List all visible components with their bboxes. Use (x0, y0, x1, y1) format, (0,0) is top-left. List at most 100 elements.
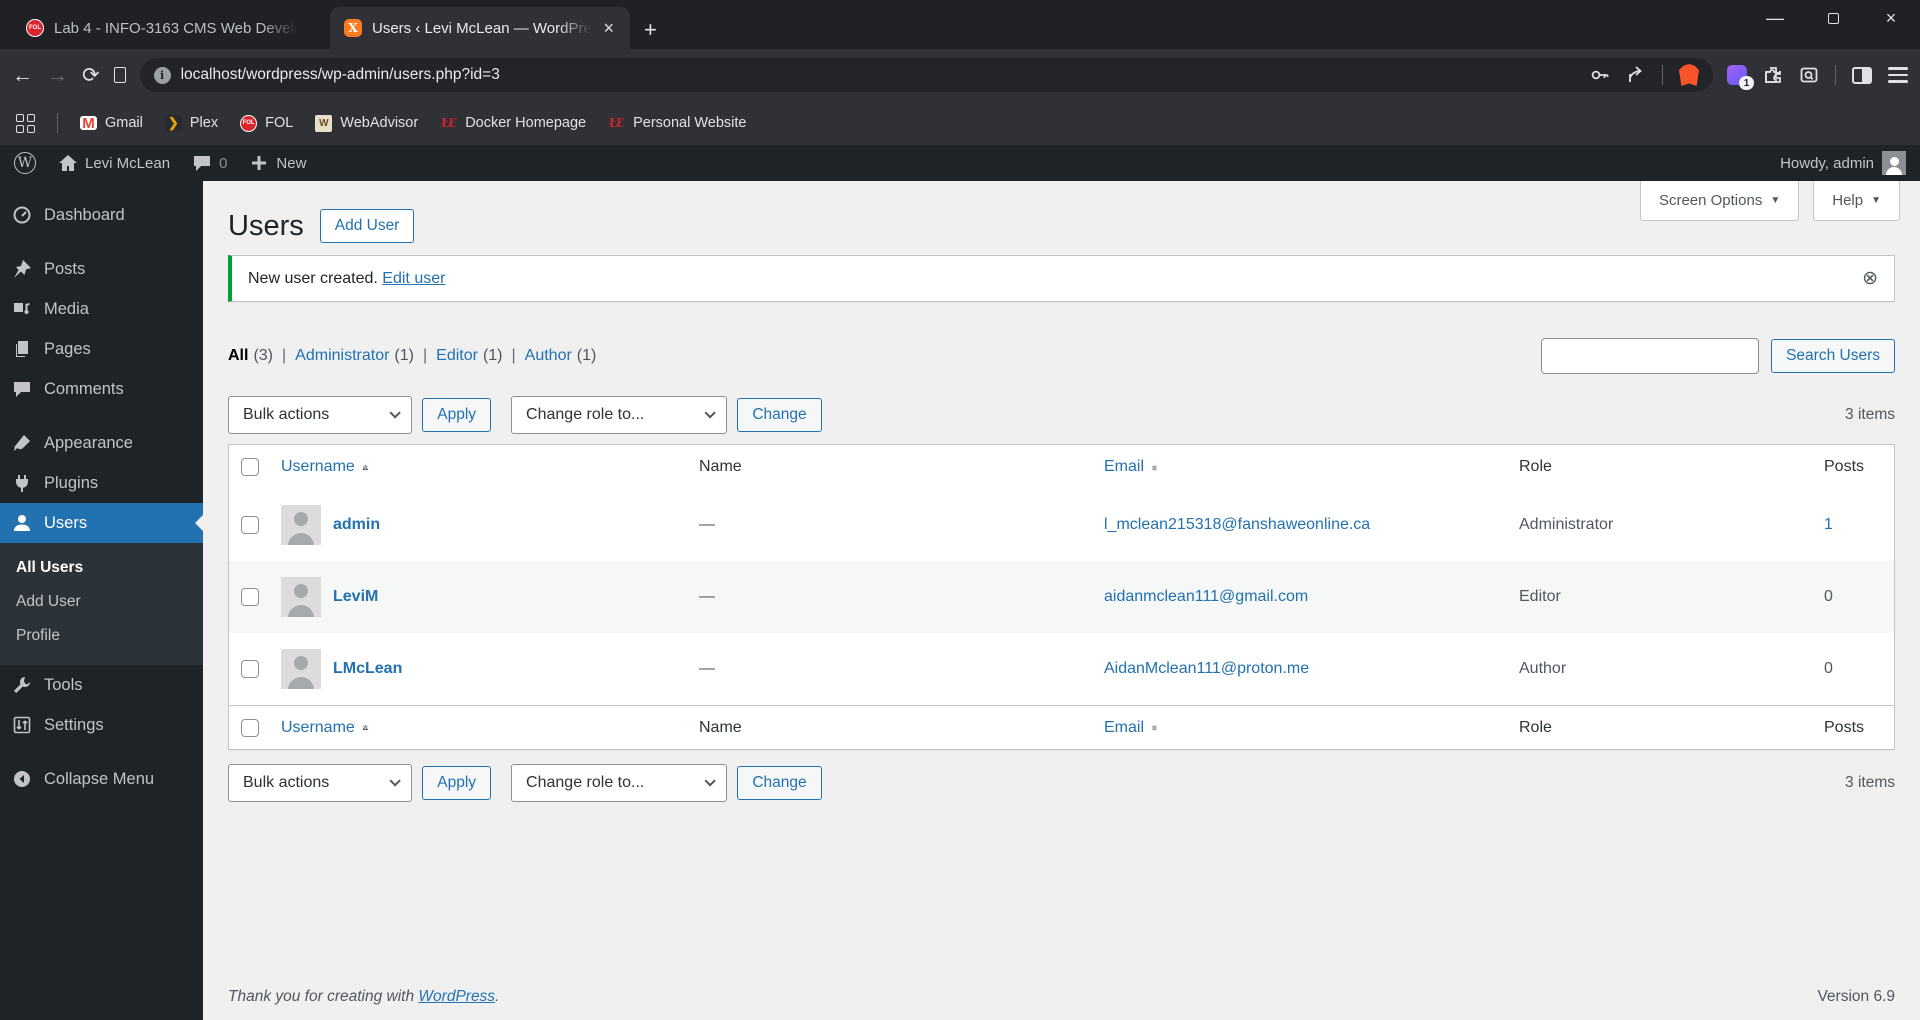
bookmark-webadvisor[interactable]: W WebAdvisor (315, 114, 418, 132)
screen-options-button[interactable]: Screen Options ▼ (1639, 181, 1800, 221)
apply-button[interactable]: Apply (422, 398, 492, 432)
table-header-row: Username ▲ ▼ Name Email ▲ ▼ Role Posts (229, 445, 1894, 489)
admin-bar-site-name[interactable]: Levi McLean (58, 153, 170, 173)
admin-bar-new[interactable]: New (249, 153, 306, 173)
email-link[interactable]: l_mclean215318@fanshaweonline.ca (1104, 516, 1519, 534)
username-link[interactable]: admin (333, 516, 380, 534)
plugin-icon (16, 475, 28, 492)
sidebar-item-users[interactable]: Users (0, 503, 203, 543)
wordpress-logo-icon[interactable]: W (14, 152, 36, 174)
sidebar-item-media[interactable]: Media (0, 289, 203, 329)
filter-count: (3) (253, 347, 274, 364)
change-role-select[interactable]: Change role to... (511, 764, 728, 802)
filter-count: (1) (576, 347, 597, 364)
restore-button[interactable] (1804, 0, 1862, 36)
sidebar-item-posts[interactable]: Posts (0, 249, 203, 289)
forward-icon[interactable]: → (47, 65, 68, 86)
minimize-button[interactable]: — (1746, 0, 1804, 36)
bookmark-personal-website[interactable]: ŁƐ Personal Website (608, 115, 746, 132)
bulk-actions-select[interactable]: Bulk actions (228, 396, 413, 434)
chevron-down-icon (389, 775, 402, 787)
change-role-select[interactable]: Change role to... (511, 396, 728, 434)
howdy-label[interactable]: Howdy, admin (1780, 155, 1874, 172)
posts-count-cell[interactable]: 1 (1824, 516, 1894, 534)
change-button[interactable]: Change (737, 398, 822, 432)
users-submenu-item[interactable]: Add User (0, 585, 203, 619)
sidebar-item-settings[interactable]: Settings (0, 705, 203, 745)
bookmark-docker-homepage[interactable]: ŁƐ Docker Homepage (440, 115, 586, 132)
dismiss-notice-icon[interactable]: ⊗ (1862, 269, 1878, 288)
filter-label[interactable]: Author (525, 347, 572, 365)
search-users-button[interactable]: Search Users (1771, 339, 1895, 373)
add-user-button[interactable]: Add User (319, 209, 415, 243)
reload-icon[interactable]: ⟳ (82, 65, 100, 86)
browser-tab-wordpress-users[interactable]: X Users ‹ Levi McLean — WordPres × (330, 7, 630, 49)
sidebar-item-label: Appearance (44, 433, 133, 452)
address-bar[interactable]: i localhost/wordpress/wp-admin/users.php… (139, 58, 1713, 92)
help-button[interactable]: Help ▼ (1813, 181, 1900, 221)
admin-avatar[interactable] (1882, 151, 1906, 175)
username-link[interactable]: LeviM (333, 588, 378, 606)
role-filter-item[interactable]: All (3) (228, 347, 295, 365)
sidebar-item-collapse-menu[interactable]: Collapse Menu (0, 759, 203, 799)
select-all-checkbox[interactable] (241, 718, 259, 737)
back-icon[interactable]: ← (12, 65, 33, 86)
users-submenu-item[interactable]: Profile (0, 619, 203, 653)
site-info-icon[interactable]: i (153, 66, 171, 84)
bookmark-fol[interactable]: FOL FOL (240, 114, 293, 132)
apply-button[interactable]: Apply (422, 766, 492, 800)
sidebar-item-appearance[interactable]: Appearance (0, 423, 203, 463)
sidebar-item-comments[interactable]: Comments (0, 369, 203, 409)
email-link[interactable]: aidanmclean111@gmail.com (1104, 588, 1519, 606)
row-checkbox[interactable] (241, 588, 259, 606)
search-tabs-icon[interactable] (1799, 65, 1819, 85)
filter-label[interactable]: Editor (436, 347, 478, 365)
column-footer-email[interactable]: Email ▲ ▼ (1104, 719, 1519, 737)
admin-bar-comments[interactable]: 0 (192, 153, 227, 173)
collapse-circle-icon (14, 771, 30, 787)
bulk-actions-select[interactable]: Bulk actions (228, 764, 413, 802)
brave-shields-icon[interactable] (1679, 64, 1699, 86)
apps-grid-icon[interactable] (16, 113, 35, 133)
role-filter-item[interactable]: Author (1) (525, 347, 597, 365)
bookmark-icon[interactable] (113, 67, 126, 83)
edit-user-link[interactable]: Edit user (382, 270, 445, 288)
bookmark-plex[interactable]: ❯ Plex (164, 114, 218, 132)
change-button[interactable]: Change (737, 766, 822, 800)
sidebar-item-dashboard[interactable]: Dashboard (0, 195, 203, 235)
column-footer-username[interactable]: Username ▲ ▼ (281, 719, 699, 737)
password-key-icon[interactable] (1590, 65, 1610, 85)
extensions-puzzle-icon[interactable] (1763, 65, 1783, 85)
sidebar-item-pages[interactable]: Pages (0, 329, 203, 369)
plus-icon (252, 156, 267, 170)
wp-admin-bar: W Levi McLean 0 New Howdy, admin (0, 145, 1920, 181)
role-filter-item[interactable]: Editor (1) (436, 347, 525, 365)
wordpress-link[interactable]: WordPress (418, 988, 495, 1005)
column-header-email[interactable]: Email ▲ ▼ (1104, 458, 1519, 476)
close-window-button[interactable]: × (1862, 0, 1920, 36)
column-header-username[interactable]: Username ▲ ▼ (281, 458, 699, 476)
close-tab-icon[interactable]: × (601, 19, 616, 37)
posts-count-cell[interactable]: 0 (1824, 660, 1894, 678)
menu-icon[interactable] (1888, 67, 1908, 83)
posts-count-cell[interactable]: 0 (1824, 588, 1894, 606)
bookmark-gmail[interactable]: M Gmail (80, 115, 143, 131)
email-link[interactable]: AidanMclean111@proton.me (1104, 660, 1519, 678)
sidebar-item-plugins[interactable]: Plugins (0, 463, 203, 503)
username-link[interactable]: LMcLean (333, 660, 402, 678)
users-submenu-item[interactable]: All Users (0, 551, 203, 585)
row-checkbox[interactable] (241, 516, 259, 534)
wallet-icon[interactable]: 1 (1727, 65, 1754, 90)
share-icon[interactable] (1626, 65, 1646, 85)
url-text[interactable]: localhost/wordpress/wp-admin/users.php?i… (181, 66, 1580, 84)
filter-label[interactable]: Administrator (295, 347, 389, 365)
search-users-input[interactable] (1541, 338, 1760, 374)
select-all-checkbox[interactable] (241, 458, 259, 476)
sidebar-toggle-icon[interactable] (1852, 66, 1872, 84)
role-filter-item[interactable]: Administrator (1) (295, 347, 436, 365)
browser-tab-lab4[interactable]: FOL Lab 4 - INFO-3163 CMS Web Develop (12, 7, 312, 49)
new-tab-button[interactable]: + (644, 19, 657, 41)
row-checkbox[interactable] (241, 660, 259, 678)
sidebar-item-tools[interactable]: Tools (0, 665, 203, 705)
filter-label[interactable]: All (228, 347, 248, 365)
